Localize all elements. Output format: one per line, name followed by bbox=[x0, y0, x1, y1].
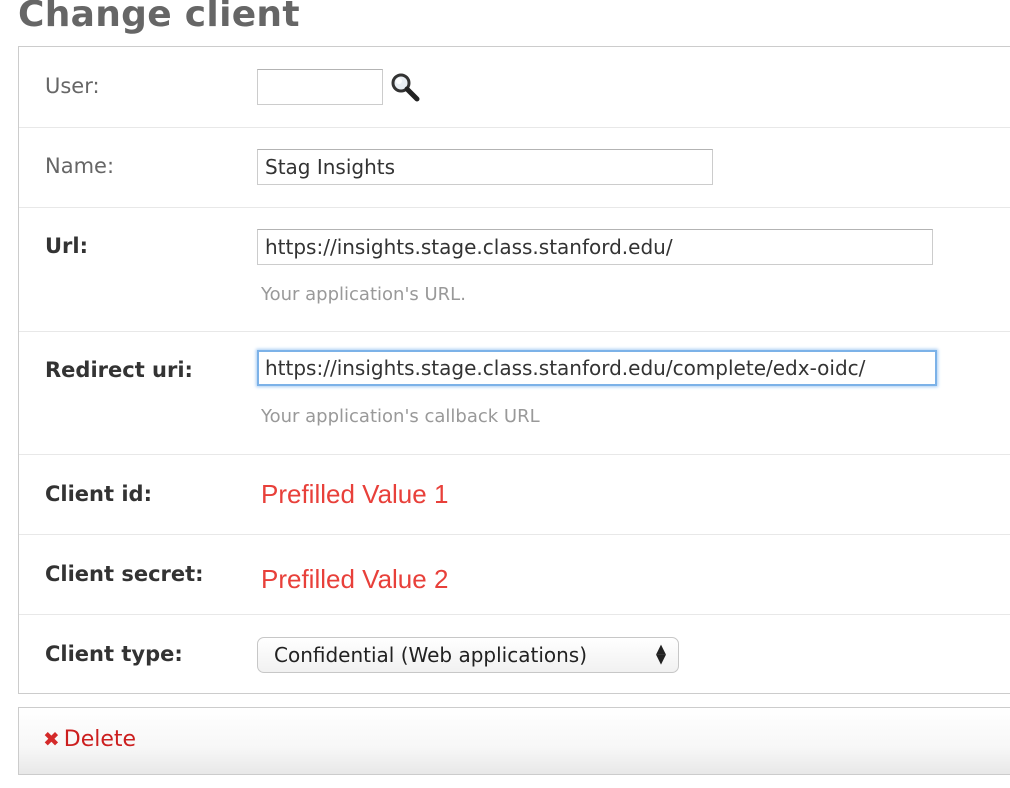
url-help-text: Your application's URL. bbox=[261, 284, 466, 305]
client-form: User: Name: Url: Your application's URL.… bbox=[18, 46, 1010, 694]
form-row-client-type: Client type: Confidential (Web applicati… bbox=[19, 615, 1010, 694]
form-row-url: Url: Your application's URL. bbox=[19, 208, 1010, 332]
name-field[interactable] bbox=[257, 149, 713, 185]
user-field[interactable] bbox=[257, 69, 383, 105]
client-secret-label: Client secret: bbox=[45, 562, 204, 586]
page-title: Change client bbox=[18, 0, 300, 35]
client-type-select[interactable]: Confidential (Web applications) ▲ ▼ bbox=[257, 637, 679, 673]
up-down-arrows-icon: ▲ ▼ bbox=[656, 642, 666, 667]
delete-label: Delete bbox=[63, 727, 137, 752]
client-id-value: Prefilled Value 1 bbox=[261, 479, 449, 509]
form-row-user: User: bbox=[19, 47, 1010, 128]
magnifier-icon[interactable] bbox=[389, 71, 421, 103]
redirect-uri-label: Redirect uri: bbox=[45, 358, 193, 382]
client-secret-value: Prefilled Value 2 bbox=[261, 564, 449, 594]
client-type-label: Client type: bbox=[45, 642, 183, 666]
url-label: Url: bbox=[45, 234, 89, 258]
user-label: User: bbox=[45, 74, 100, 98]
delete-link[interactable]: ✖ Delete bbox=[43, 727, 136, 752]
submit-row: ✖ Delete bbox=[18, 707, 1010, 775]
redirect-uri-field[interactable] bbox=[257, 350, 937, 386]
client-type-selected-value: Confidential (Web applications) bbox=[274, 643, 588, 667]
url-field[interactable] bbox=[257, 229, 933, 265]
client-id-label: Client id: bbox=[45, 482, 152, 506]
name-label: Name: bbox=[45, 154, 115, 178]
form-row-redirect-uri: Redirect uri: Your application's callbac… bbox=[19, 332, 1010, 455]
redirect-uri-help-text: Your application's callback URL bbox=[261, 406, 540, 427]
form-row-client-secret: Client secret: Prefilled Value 2 bbox=[19, 535, 1010, 615]
red-x-icon: ✖ bbox=[43, 727, 60, 751]
form-row-name: Name: bbox=[19, 128, 1010, 208]
form-row-client-id: Client id: Prefilled Value 1 bbox=[19, 455, 1010, 535]
